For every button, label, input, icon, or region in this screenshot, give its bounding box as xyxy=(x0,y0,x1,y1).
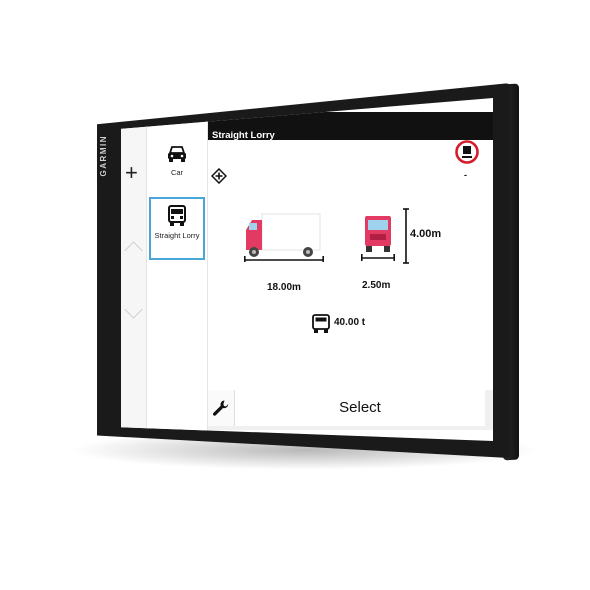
screen: + Car Straight Lorry Straight Lorry - 18… xyxy=(121,98,493,441)
select-button[interactable]: Select xyxy=(235,390,485,426)
vehicle-list: Car Straight Lorry xyxy=(147,98,208,441)
vehicle-item-car[interactable]: Car xyxy=(147,144,207,177)
car-icon xyxy=(168,146,186,162)
width-value: 2.50m xyxy=(362,280,391,291)
plus-icon[interactable]: + xyxy=(125,162,138,184)
height-value: 4.00m xyxy=(410,228,442,240)
trailer-restriction-icon[interactable] xyxy=(455,140,479,164)
vehicle-label-straight-lorry: Straight Lorry xyxy=(154,231,200,240)
truck-side-illustration xyxy=(244,213,324,262)
truck-front-illustration xyxy=(360,216,396,261)
vehicle-item-straight-lorry[interactable]: Straight Lorry xyxy=(149,197,205,260)
weight-value: 40.00 t xyxy=(334,317,366,328)
hazmat-diamond-icon[interactable] xyxy=(211,168,227,184)
settings-button[interactable] xyxy=(208,390,235,426)
weight-lorry-icon xyxy=(312,314,330,333)
vehicle-label-car: Car xyxy=(170,168,184,177)
chevron-down-icon[interactable] xyxy=(124,300,143,319)
wrench-icon xyxy=(213,400,229,416)
chevron-up-icon[interactable] xyxy=(124,241,143,260)
height-measure-line xyxy=(403,208,409,264)
page-title: Straight Lorry xyxy=(212,130,275,141)
length-value: 18.00m xyxy=(267,282,301,293)
restriction-value: - xyxy=(464,170,467,180)
left-control-strip: + xyxy=(121,98,147,441)
brand-logo: GARMIN xyxy=(99,135,108,177)
lorry-icon xyxy=(168,205,186,226)
gps-device: GARMIN + Car Straight Lorry Straight Lor… xyxy=(0,0,590,590)
